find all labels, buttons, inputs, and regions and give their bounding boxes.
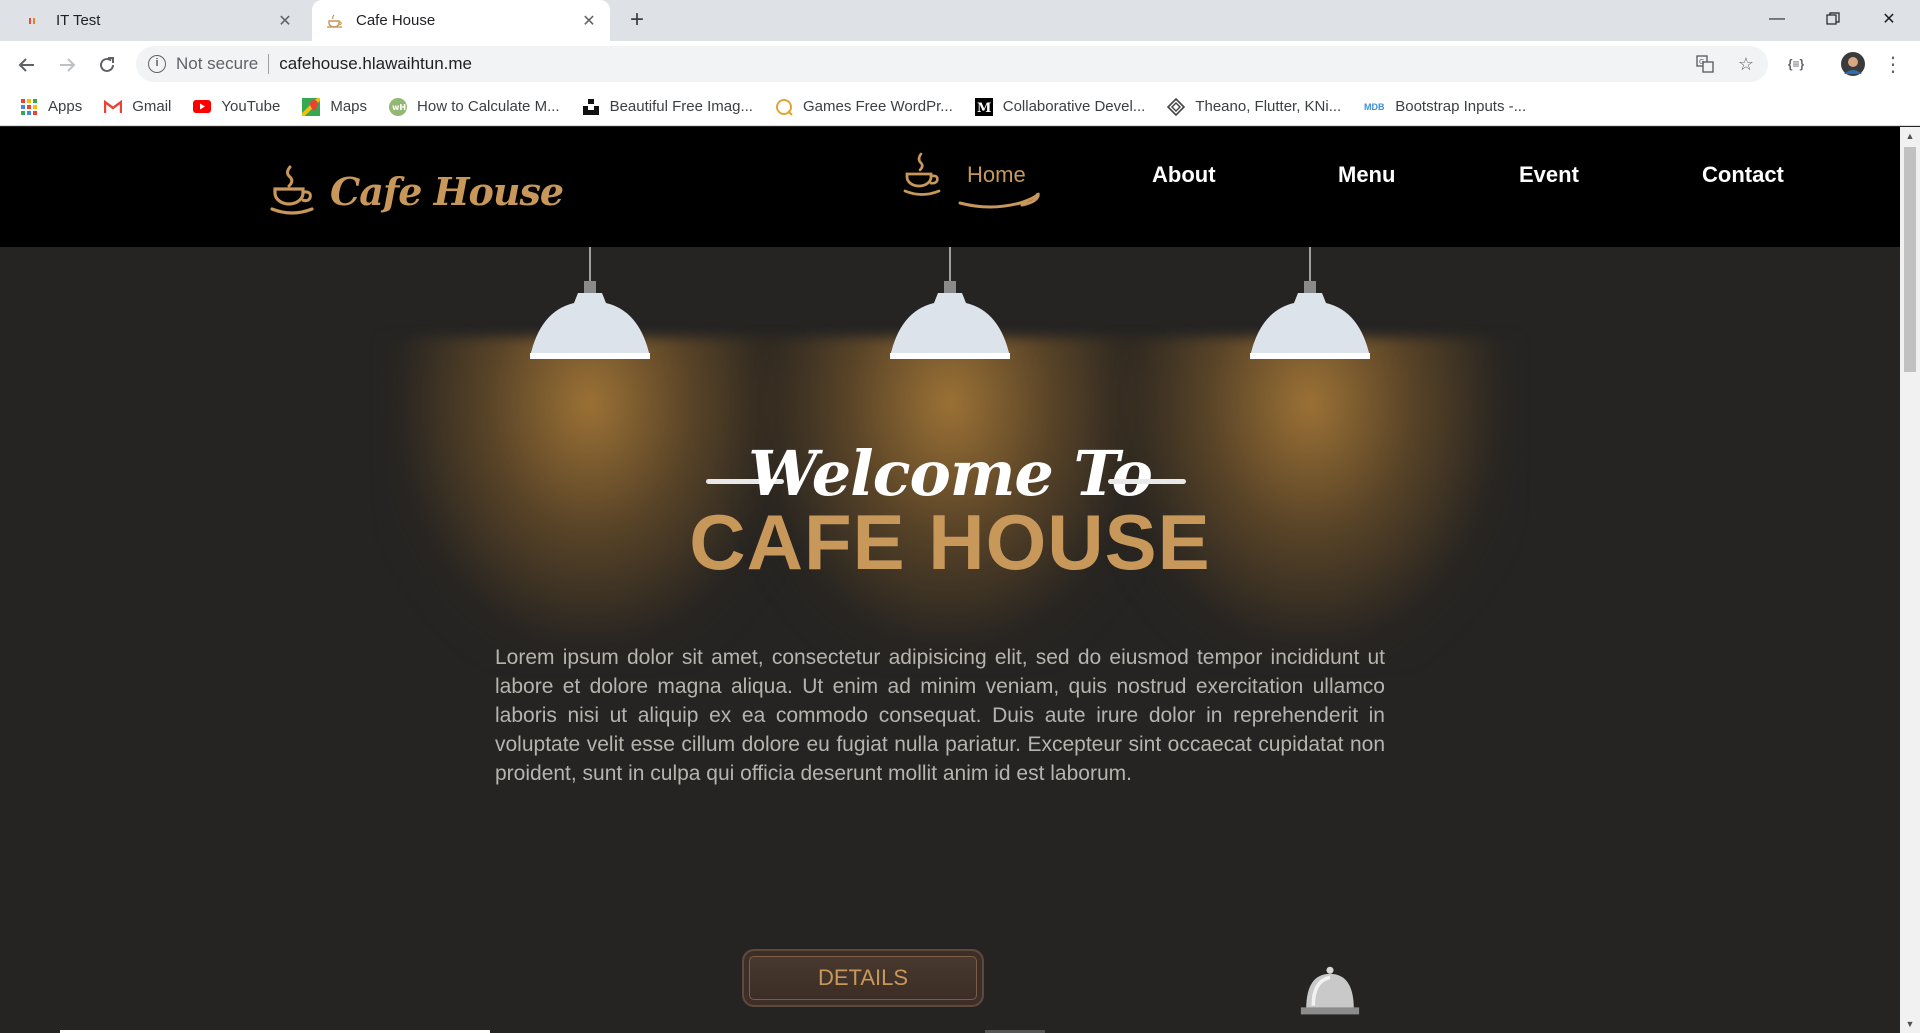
youtube-icon <box>193 98 212 116</box>
forward-icon[interactable] <box>53 51 81 79</box>
details-button[interactable]: DETAILS <box>742 949 984 1007</box>
reload-icon[interactable] <box>93 51 121 79</box>
it-test-favicon <box>26 12 44 30</box>
medium-icon: M <box>974 97 993 116</box>
bookmark-bootstrap-inputs[interactable]: MDB Bootstrap Inputs -... <box>1363 98 1526 116</box>
bookmark-label: Beautiful Free Imag... <box>609 98 753 115</box>
tab-title: Cafe House <box>356 12 436 29</box>
nav-menu[interactable]: Menu <box>1338 162 1395 188</box>
hero-section: Welcome To CAFE HOUSE Lorem ipsum dolor … <box>0 247 1900 1033</box>
svg-text:G: G <box>1699 58 1704 66</box>
url-text[interactable]: cafehouse.hlawaihtun.me <box>279 54 472 74</box>
bookmark-label: Maps <box>330 98 368 115</box>
browser-toolbar: i Not secure cafehouse.hlawaihtun.me G ☆… <box>0 41 1920 88</box>
coffee-cup-icon <box>270 163 316 220</box>
address-bar[interactable]: i Not secure cafehouse.hlawaihtun.me <box>136 46 1768 82</box>
bookmark-label: Gmail <box>132 98 172 115</box>
scrollbar-thumb[interactable] <box>1904 147 1916 372</box>
bookmark-maps[interactable]: Maps <box>302 97 368 116</box>
gmail-icon <box>104 98 123 116</box>
minimize-icon[interactable]: — <box>1749 0 1805 38</box>
close-tab-icon[interactable]: ✕ <box>578 10 600 32</box>
maps-icon <box>302 97 321 116</box>
svg-text:wH: wH <box>392 103 406 112</box>
bookmark-medium[interactable]: M Collaborative Devel... <box>974 97 1146 116</box>
site-logo[interactable]: Cafe House <box>270 163 564 220</box>
nav-about[interactable]: About <box>1152 162 1216 188</box>
close-window-icon[interactable]: ✕ <box>1861 0 1917 38</box>
browser-tabstrip: IT Test ✕ Cafe House ✕ + — ✕ <box>0 0 1920 41</box>
extension-icon[interactable]: {≡} <box>1783 51 1809 77</box>
info-icon[interactable]: i <box>148 55 166 73</box>
pendant-lamp-icon <box>890 247 1010 359</box>
kebab-menu-icon[interactable]: ⋮ <box>1880 51 1906 77</box>
translate-icon[interactable]: G <box>1692 51 1718 77</box>
welcome-dash-right <box>1108 479 1186 484</box>
nav-event[interactable]: Event <box>1519 162 1579 188</box>
close-tab-icon[interactable]: ✕ <box>274 10 296 32</box>
hero-description: Lorem ipsum dolor sit amet, consectetur … <box>495 646 1385 785</box>
unsplash-icon <box>582 98 600 116</box>
bookmark-label: How to Calculate M... <box>417 98 560 115</box>
bookmark-unsplash[interactable]: Beautiful Free Imag... <box>582 98 753 116</box>
bookmark-label: Bootstrap Inputs -... <box>1395 98 1527 115</box>
wordpress-icon <box>775 98 793 116</box>
bookmark-youtube[interactable]: YouTube <box>193 98 280 116</box>
bookmark-label: Games Free WordPr... <box>802 98 953 115</box>
mdb-icon: MDB <box>1363 101 1385 112</box>
bookmark-label: YouTube <box>221 98 281 115</box>
bookmark-label: Collaborative Devel... <box>1002 98 1146 115</box>
vertical-scrollbar[interactable]: ▲ ▼ <box>1900 127 1920 1033</box>
bookmark-label: Theano, Flutter, KNi... <box>1195 98 1342 115</box>
bookmark-apps[interactable]: Apps <box>20 98 82 116</box>
security-label: Not secure <box>176 54 259 73</box>
tab-cafe-house[interactable]: Cafe House ✕ <box>312 0 610 41</box>
cloche-icon <box>1300 966 1360 1015</box>
diamond-icon <box>1167 97 1186 116</box>
pendant-lamp-icon <box>1250 247 1370 359</box>
tab-it-test[interactable]: IT Test ✕ <box>12 0 306 41</box>
bookmark-gmail[interactable]: Gmail <box>104 98 171 116</box>
nav-contact[interactable]: Contact <box>1702 162 1784 188</box>
apps-grid-icon <box>20 98 38 116</box>
bookmarks-bar: Apps Gmail YouTube Maps wH How to Calcul… <box>0 88 1920 126</box>
tab-title: IT Test <box>56 12 101 29</box>
restore-icon[interactable] <box>1805 0 1861 38</box>
avatar[interactable] <box>1840 51 1866 77</box>
hero-title: CAFE HOUSE <box>689 498 1211 586</box>
svg-text:M: M <box>977 101 991 116</box>
page-viewport: Cafe House Home About Menu Event Contact <box>0 127 1900 1033</box>
home-underline-swash <box>958 189 1042 216</box>
scroll-up-icon[interactable]: ▲ <box>1900 127 1920 145</box>
scroll-down-icon[interactable]: ▼ <box>1900 1015 1920 1033</box>
bookmark-wordpress[interactable]: Games Free WordPr... <box>775 98 953 116</box>
new-tab-button[interactable]: + <box>624 8 650 34</box>
home-cup-icon <box>903 151 943 202</box>
bookmark-theano[interactable]: Theano, Flutter, KNi... <box>1167 97 1342 116</box>
bookmark-wikihow[interactable]: wH How to Calculate M... <box>389 97 560 116</box>
wikihow-icon: wH <box>389 97 408 116</box>
star-bookmark-icon[interactable]: ☆ <box>1733 51 1759 77</box>
back-icon[interactable] <box>13 51 41 79</box>
bookmark-label: Apps <box>48 98 83 115</box>
nav-home[interactable]: Home <box>967 162 1026 188</box>
coffee-cup-favicon <box>326 12 344 30</box>
logo-text: Cafe House <box>330 169 564 214</box>
pendant-lamp-icon <box>530 247 650 359</box>
site-navbar: Cafe House Home About Menu Event Contact <box>0 127 1900 247</box>
divider <box>268 54 270 74</box>
